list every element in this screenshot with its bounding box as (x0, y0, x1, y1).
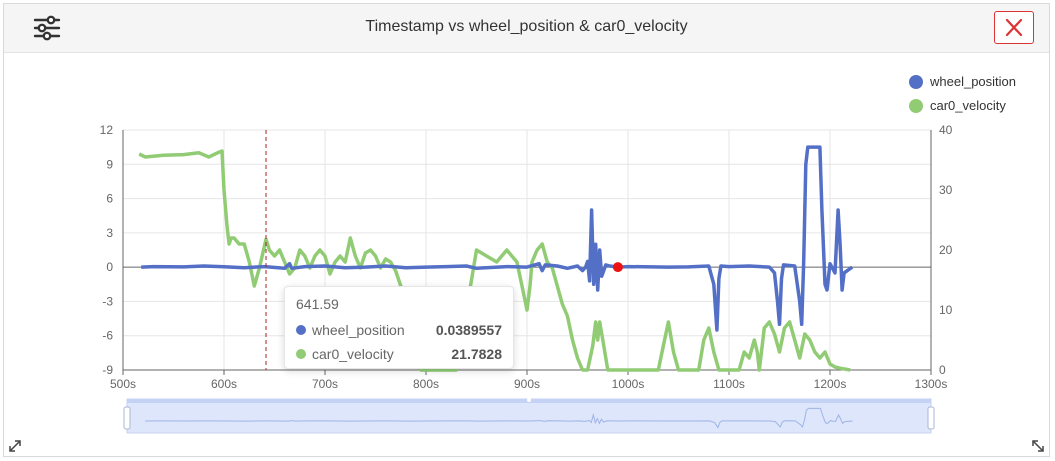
close-icon (1005, 18, 1023, 37)
series-dot (296, 349, 306, 359)
zoom-grip (527, 398, 531, 402)
y-left-tick-label: -9 (102, 363, 113, 377)
chart-canvas[interactable]: 129630-3-6-9403020100500s 600s 700s 800s 900… (4, 53, 1049, 453)
tooltip-series-name: wheel_position (312, 322, 405, 338)
tooltip-series-value: 21.7828 (451, 346, 502, 362)
legend-label: wheel_position (929, 74, 1016, 89)
close-button[interactable] (994, 11, 1034, 44)
y-left-tick-label: 12 (100, 123, 114, 137)
zoom-handle[interactable] (123, 406, 131, 430)
y-left-tick-label: 9 (106, 157, 113, 171)
tooltip-row: car0_velocity 21.7828 (296, 342, 502, 366)
x-tick-label: 800s (413, 377, 439, 391)
x-tick-label: 700s (312, 377, 338, 391)
resize-handle-left-icon[interactable] (8, 439, 22, 453)
chart-title: Timestamp vs wheel_position & car0_veloc… (365, 18, 688, 35)
legend-label: car0_velocity (930, 98, 1006, 113)
legend-marker (909, 75, 923, 89)
y-right-tick-label: 30 (939, 183, 953, 197)
tooltip-x-value: 641.59 (296, 296, 339, 312)
tooltip-series-value: 0.0389557 (435, 322, 502, 338)
tooltip-row: wheel_position 0.0389557 (296, 318, 502, 342)
x-tick-label: 1000s (612, 377, 645, 391)
highlight-point (612, 262, 623, 273)
chart-panel: Timestamp vs wheel_position & car0_veloc… (3, 3, 1050, 457)
zoom-track (126, 398, 932, 434)
y-left-tick-label: 6 (106, 192, 113, 206)
x-tick-label: 900s (514, 377, 540, 391)
series-dot (296, 325, 306, 335)
y-right-tick-label: 10 (939, 303, 953, 317)
x-tick-label: 500s (110, 377, 136, 391)
x-tick-label: 1300s (915, 377, 948, 391)
y-right-tick-label: 0 (939, 363, 946, 377)
y-left-tick-label: -3 (102, 294, 113, 308)
resize-handle-right-icon[interactable] (1031, 439, 1045, 453)
y-left-tick-label: 3 (106, 226, 113, 240)
y-right-tick-label: 40 (939, 123, 953, 137)
x-tick-label: 600s (211, 377, 237, 391)
panel-header: Timestamp vs wheel_position & car0_veloc… (4, 4, 1049, 53)
y-right-tick-label: 20 (939, 243, 953, 257)
x-tick-label: 1200s (814, 377, 847, 391)
tooltip-series-name: car0_velocity (312, 346, 394, 362)
chart-tooltip: 641.59 wheel_position 0.0389557 car0_vel… (284, 286, 514, 369)
legend-marker (909, 99, 923, 113)
x-tick-label: 1100s (713, 377, 745, 391)
y-left-tick-label: -6 (102, 329, 113, 343)
zoom-handle[interactable] (927, 406, 935, 430)
y-left-tick-label: 0 (106, 260, 113, 274)
